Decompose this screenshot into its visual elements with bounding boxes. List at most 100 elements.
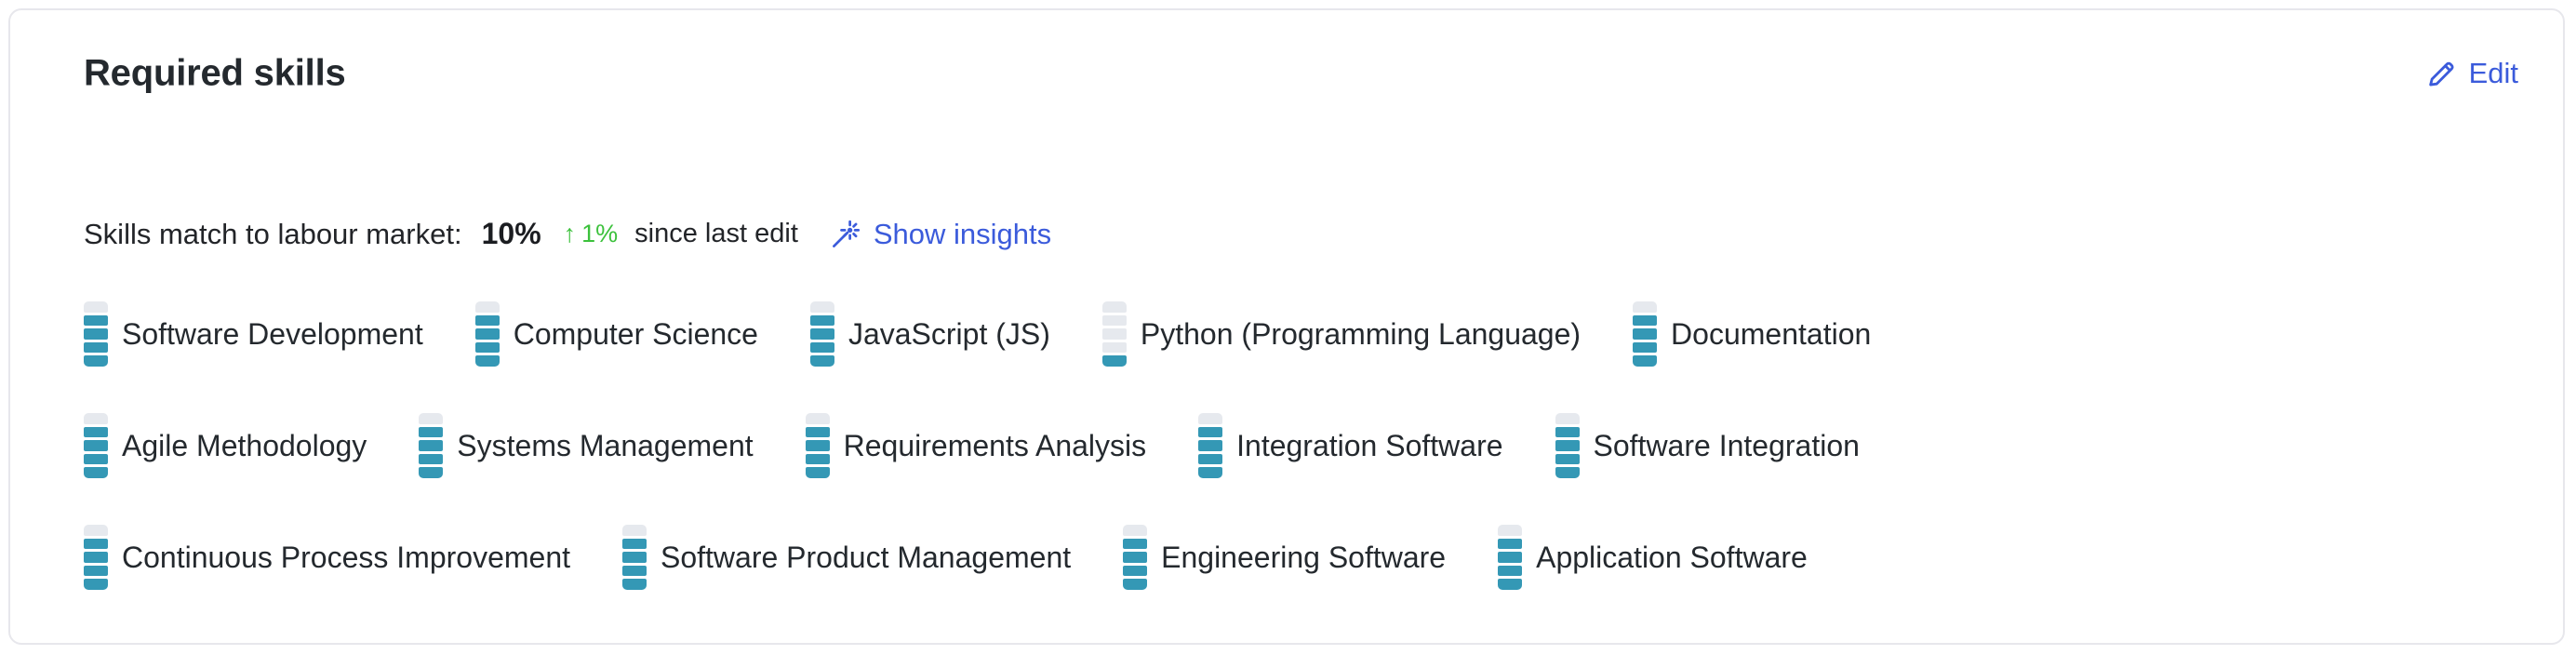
page-title: Required skills	[84, 52, 346, 94]
skill-level-segment	[419, 467, 444, 478]
skill-level-indicator-icon	[622, 525, 647, 590]
skill-level-segment	[622, 565, 647, 577]
skill-tag[interactable]: Engineering Software	[1123, 525, 1446, 590]
skill-tag[interactable]: Integration Software	[1198, 413, 1503, 478]
skill-tag[interactable]: Requirements Analysis	[805, 413, 1147, 478]
skill-name: Documentation	[1671, 316, 1872, 351]
skill-level-indicator-icon	[809, 301, 834, 367]
magic-wand-icon	[831, 219, 861, 249]
skill-level-segment	[622, 525, 647, 536]
skill-tag[interactable]: Software Product Management	[622, 525, 1071, 590]
skill-level-segment	[84, 328, 108, 340]
skills-match-value: 10%	[481, 217, 541, 250]
skill-tag[interactable]: Application Software	[1498, 525, 1808, 590]
skill-level-indicator-icon	[474, 301, 500, 367]
skill-tag[interactable]: Software Development	[84, 301, 423, 367]
skill-level-segment	[474, 355, 500, 367]
skill-level-segment	[419, 453, 444, 465]
skill-level-indicator-icon	[805, 413, 830, 478]
skill-level-segment	[622, 579, 647, 590]
skill-level-segment	[84, 413, 108, 424]
skill-tag[interactable]: JavaScript (JS)	[809, 301, 1050, 367]
skill-level-indicator-icon	[419, 413, 444, 478]
skill-name: Computer Science	[513, 316, 758, 351]
skill-level-segment	[622, 552, 647, 563]
skill-name: Continuous Process Improvement	[122, 540, 570, 574]
skill-level-segment	[805, 426, 830, 438]
skill-level-segment	[419, 440, 444, 451]
skill-level-segment	[1498, 525, 1523, 536]
skill-level-segment	[474, 301, 500, 313]
skill-level-segment	[419, 426, 444, 438]
skill-tag[interactable]: Documentation	[1633, 301, 1871, 367]
skill-level-segment	[1555, 467, 1580, 478]
skill-level-segment	[805, 467, 830, 478]
skill-level-segment	[809, 314, 834, 327]
skill-tag[interactable]: Computer Science	[474, 301, 758, 367]
skill-name: Software Product Management	[661, 540, 1072, 574]
card-header: Required skills Edit	[10, 10, 2563, 122]
skill-level-segment	[84, 314, 108, 327]
skill-level-segment	[84, 301, 108, 313]
skill-level-indicator-icon	[1123, 525, 1148, 590]
skill-tag[interactable]: Python (Programming Language)	[1101, 301, 1582, 367]
skill-tag[interactable]: Systems Management	[419, 413, 754, 478]
skill-level-indicator-icon	[1198, 413, 1223, 478]
skill-level-segment	[1123, 565, 1148, 577]
skill-name: Python (Programming Language)	[1140, 316, 1582, 351]
skill-level-segment	[84, 453, 108, 465]
skill-level-segment	[1123, 525, 1148, 536]
skill-tag[interactable]: Agile Methodology	[84, 413, 367, 478]
skill-level-segment	[1198, 453, 1223, 465]
skills-match-delta: ↑ 1%	[564, 220, 619, 248]
skill-tag[interactable]: Continuous Process Improvement	[84, 525, 570, 590]
edit-button[interactable]: Edit	[2425, 57, 2518, 90]
skill-level-segment	[1555, 413, 1580, 424]
skill-level-segment	[84, 440, 108, 451]
required-skills-card: Required skills Edit Skills match to lab…	[8, 8, 2565, 645]
skill-level-indicator-icon	[84, 525, 108, 590]
skill-level-segment	[419, 413, 444, 424]
skill-tag[interactable]: Software Integration	[1555, 413, 1860, 478]
skill-level-segment	[474, 328, 500, 340]
pencil-icon	[2425, 58, 2457, 89]
skill-level-segment	[805, 413, 830, 424]
skill-row: Agile Methodology Systems Management Requi…	[84, 390, 2526, 501]
skill-name: Systems Management	[457, 428, 754, 462]
skills-match-since-label: since last edit	[634, 219, 798, 248]
skill-level-segment	[809, 328, 834, 340]
show-insights-label: Show insights	[873, 217, 1052, 250]
skill-level-segment	[1498, 552, 1523, 563]
skill-level-segment	[1555, 426, 1580, 438]
skill-level-segment	[84, 525, 108, 536]
skill-level-segment	[1498, 579, 1523, 590]
show-insights-button[interactable]: Show insights	[831, 218, 1051, 251]
skill-level-segment	[809, 355, 834, 367]
skill-level-segment	[84, 538, 108, 550]
skill-level-segment	[1633, 314, 1658, 327]
skill-level-segment	[622, 538, 647, 550]
skill-level-segment	[1633, 328, 1658, 340]
skill-level-segment	[84, 579, 108, 590]
skill-level-segment	[809, 341, 834, 354]
skill-name: JavaScript (JS)	[848, 316, 1050, 351]
skill-level-indicator-icon	[1633, 301, 1658, 367]
skill-name: Agile Methodology	[122, 428, 367, 462]
skill-level-segment	[84, 355, 108, 367]
skill-level-indicator-icon	[1101, 301, 1127, 367]
skill-level-segment	[84, 552, 108, 563]
skill-level-segment	[805, 453, 830, 465]
skill-row: Software Development Computer Science Java…	[84, 278, 2526, 390]
skill-name: Software Integration	[1593, 428, 1860, 462]
skill-level-segment	[1198, 413, 1223, 424]
skill-level-indicator-icon	[1555, 413, 1580, 478]
skill-level-segment	[1633, 301, 1658, 313]
skill-name: Software Development	[122, 316, 423, 351]
skill-name: Requirements Analysis	[843, 428, 1147, 462]
skills-match-label: Skills match to labour market:	[84, 217, 462, 250]
skill-level-segment	[1633, 341, 1658, 354]
skills-list: Software Development Computer Science Java…	[84, 278, 2526, 613]
skill-name: Integration Software	[1236, 428, 1503, 462]
skills-match-delta-value: 1%	[581, 220, 619, 247]
skill-level-segment	[84, 426, 108, 438]
